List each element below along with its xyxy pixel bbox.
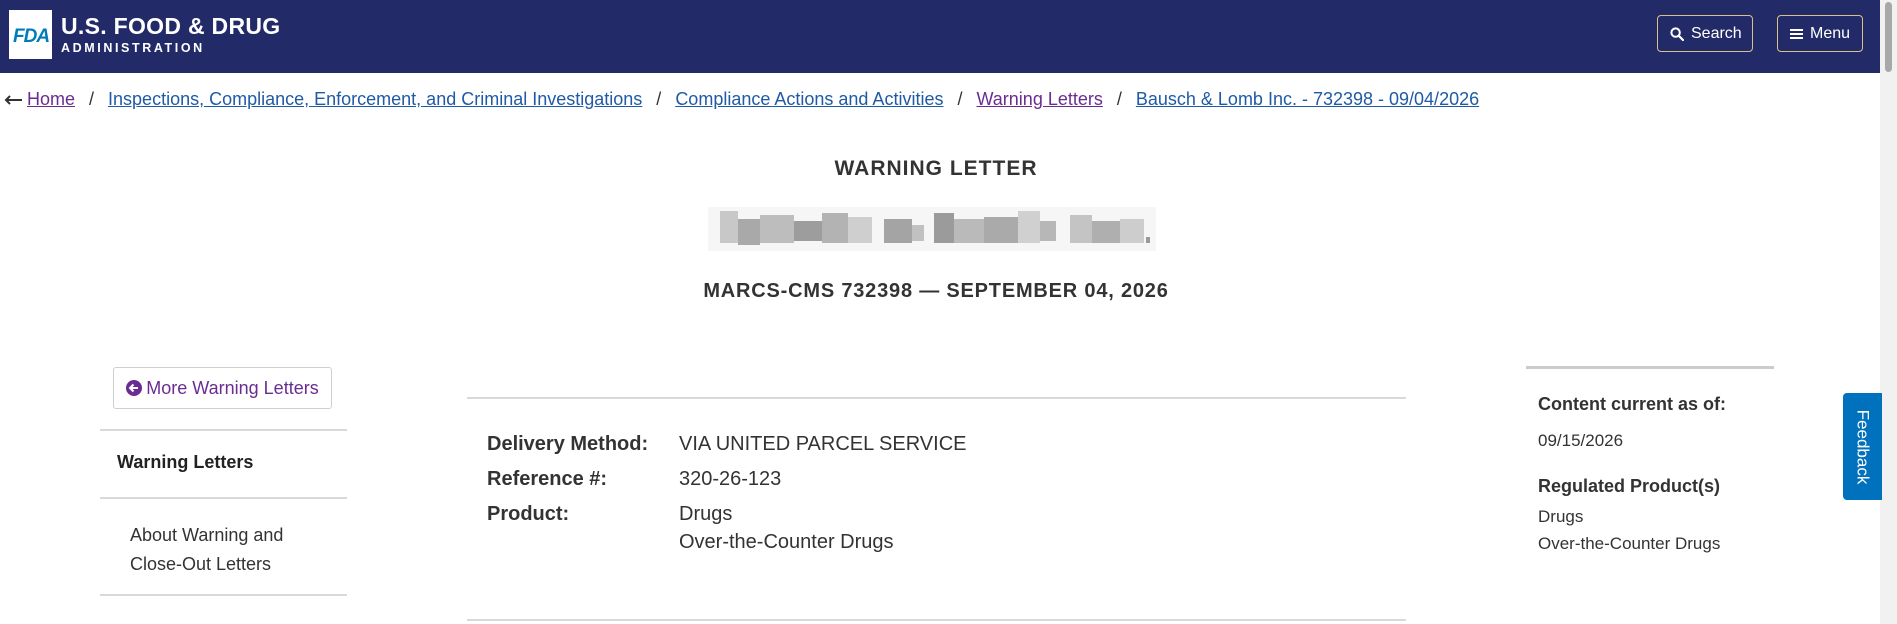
redacted-recipient-name [708,207,1156,251]
hamburger-icon [1790,28,1803,40]
search-button-label: Search [1691,24,1742,42]
feedback-label: Feedback [1853,409,1873,484]
product-label: Product: [487,503,570,525]
sidebar-item-about-letters[interactable]: About Warning and Close-Out Letters [130,521,310,579]
content-current-date: 09/15/2026 [1538,431,1624,450]
content-current-label: Content current as of: [1538,394,1727,414]
feedback-tab[interactable]: Feedback [1843,393,1882,500]
fda-logo[interactable]: FDA [9,10,52,59]
svg-text:FDA: FDA [13,26,49,47]
search-icon [1670,26,1684,41]
menu-button-label: Menu [1810,24,1851,42]
page-scrollbar[interactable] [1880,0,1897,624]
breadcrumb-warning-letters[interactable]: Warning Letters [976,89,1102,110]
site-header: FDA U.S. FOOD & DRUG ADMINISTRATION Sear… [0,0,1880,73]
sidebar-divider [100,497,347,499]
breadcrumb-separator: / [89,89,95,109]
regulated-products-label: Regulated Product(s) [1538,476,1721,496]
marcs-cms-line: MARCS-CMS 732398 — SEPTEMBER 04, 2026 [703,280,1169,302]
circle-arrow-left-icon [126,380,143,396]
letter-details: Delivery Method: VIA UNITED PARCEL SERVI… [487,430,967,562]
breadcrumb-compliance-actions[interactable]: Compliance Actions and Activities [675,89,943,110]
breadcrumb-inspections[interactable]: Inspections, Compliance, Enforcement, an… [108,89,642,110]
scrollbar-thumb[interactable] [1885,2,1892,72]
regulated-product: Drugs [1538,507,1584,526]
page-title: WARNING LETTER [834,157,1038,180]
sidebar-divider [100,594,347,596]
delivery-method-row: Delivery Method: VIA UNITED PARCEL SERVI… [487,430,967,459]
delivery-method-label: Delivery Method: [487,433,649,455]
product-values: Drugs Over-the-Counter Drugs [679,500,894,556]
product-row: Product: Drugs Over-the-Counter Drugs [487,500,967,556]
breadcrumb-separator: / [957,89,963,109]
sidebar-divider [100,429,347,431]
breadcrumb-current-letter[interactable]: Bausch & Lomb Inc. - 732398 - 09/04/2026 [1136,89,1479,110]
regulated-product: Over-the-Counter Drugs [1538,534,1721,553]
agency-name[interactable]: U.S. FOOD & DRUG ADMINISTRATION [61,13,280,56]
sidebar-item-warning-letters[interactable]: Warning Letters [117,452,253,473]
breadcrumb-separator: / [1116,89,1122,109]
search-button[interactable]: Search [1657,15,1753,52]
breadcrumb-separator: / [656,89,662,109]
breadcrumb: Home / Inspections, Compliance, Enforcem… [4,89,1479,110]
reference-value: 320-26-123 [679,468,782,490]
delivery-method-value: VIA UNITED PARCEL SERVICE [679,433,967,455]
reference-row: Reference #: 320-26-123 [487,465,967,494]
content-divider [467,397,1406,399]
agency-name-line1: U.S. FOOD & DRUG [61,13,281,39]
more-warning-letters-label: More Warning Letters [146,377,319,398]
agency-name-line2: ADMINISTRATION [61,41,205,55]
content-meta: Content current as of: 09/15/2026 Regula… [1538,394,1726,557]
back-arrow-icon [4,94,23,105]
menu-button[interactable]: Menu [1777,15,1863,52]
breadcrumb-home[interactable]: Home [27,89,75,110]
meta-divider [1526,366,1774,369]
reference-label: Reference #: [487,468,608,490]
fda-logo-icon: FDA [13,26,50,47]
more-warning-letters-button[interactable]: More Warning Letters [113,367,332,409]
product-value: Over-the-Counter Drugs [679,531,894,553]
content-divider [467,619,1406,621]
product-value: Drugs [679,503,733,525]
